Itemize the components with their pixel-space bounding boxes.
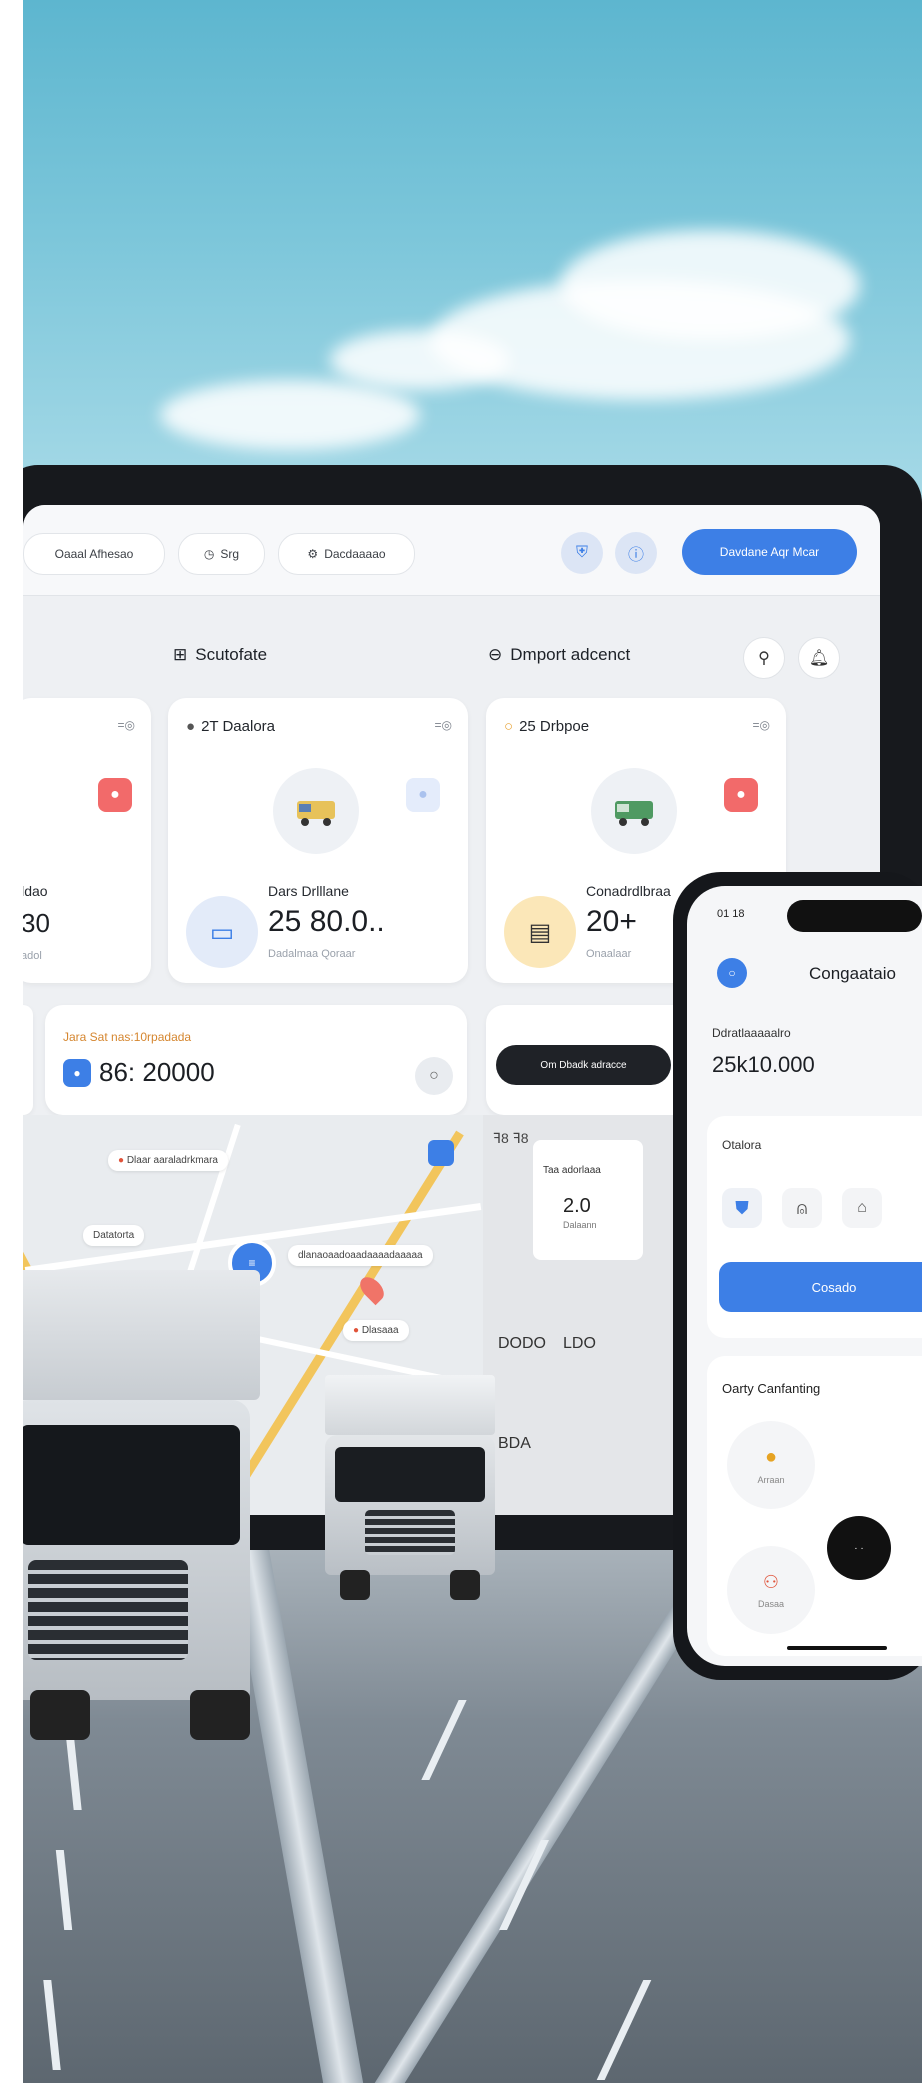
option-building-button[interactable]: ⌂: [842, 1188, 882, 1228]
status-dot-icon: ●: [186, 718, 196, 735]
truck-icon: [273, 768, 359, 854]
card-menu-icon[interactable]: =◎: [435, 718, 452, 732]
phone-notch: [787, 900, 922, 932]
phone-screen: 01 18 ○ Congaataio Ddratlaaaaalro 25k10.…: [687, 886, 922, 1666]
tile-arraan[interactable]: ● Arraan: [727, 1421, 815, 1509]
map-location-label[interactable]: ● Dlasaaa: [343, 1320, 409, 1341]
truck-small: [315, 1375, 515, 1605]
nav-pill-settings[interactable]: ⚙ Dacdaaaao: [278, 533, 415, 575]
cloud: [560, 230, 860, 340]
option-shield-button[interactable]: ⛊: [722, 1188, 762, 1228]
cloud: [330, 330, 510, 390]
invoice-icon: ▤: [504, 896, 576, 968]
map-info-tile[interactable]: Taa adorlaaa 2.0 Dalaann: [533, 1140, 643, 1260]
options-card: Otalora ⛊ ⍝ ⌂ Cosado: [707, 1116, 922, 1338]
tile-dasaa[interactable]: ⚇ Dasaa: [727, 1546, 815, 1634]
lane-mark: [43, 1980, 61, 2070]
home-indicator: [787, 1646, 887, 1650]
shield-icon: ⛊: [735, 1197, 749, 1218]
truck-icon: [591, 768, 677, 854]
card-title: ○ 25 Drbpoe: [504, 718, 590, 735]
hub-icon: ⚇: [762, 1571, 780, 1592]
summary-card[interactable]: Jara Sat nas:10rpadada ● 86: 20000 ○: [45, 1005, 467, 1115]
alert-icon: ●: [724, 778, 758, 812]
status-square-icon: ●: [406, 778, 440, 812]
card-title: ● 2T Daalora: [186, 718, 275, 735]
map-location-label[interactable]: Datatorta: [83, 1225, 145, 1246]
shield-icon: ⛨: [575, 544, 588, 561]
option-lock-button[interactable]: ⍝: [782, 1188, 822, 1228]
map-layer-icon[interactable]: [428, 1140, 454, 1166]
grid-icon: ⊞: [173, 645, 188, 664]
status-ring-icon: ○: [504, 718, 514, 735]
stat-card-1[interactable]: =◎ ● lldao 30 adol: [23, 698, 151, 983]
card-menu-icon[interactable]: =◎: [753, 718, 770, 732]
bell-icon: 🔔︎: [808, 650, 830, 667]
top-navigation: Oaaal Afhesao ◷ Srg ⚙ Dacdaaaao ⛨ ⓘ Davdan…: [23, 505, 880, 596]
notifications-button[interactable]: 🔔︎: [798, 637, 840, 679]
left-margin: [0, 0, 23, 2083]
primary-action-button[interactable]: Davdane Aqr Mcar: [682, 529, 857, 575]
truck-large: [10, 1270, 280, 1740]
document-icon: ▭: [186, 896, 258, 968]
lane-mark: [66, 1740, 82, 1810]
import-icon: ⊖: [488, 645, 503, 664]
search-icon: ⚲: [758, 650, 770, 667]
alert-icon: ●: [98, 778, 132, 812]
refresh-button[interactable]: ○: [415, 1057, 453, 1095]
dark-action-button[interactable]: Om Dbadk adracce: [496, 1045, 671, 1085]
gear-icon: ⚙: [307, 547, 319, 561]
stat-card-2[interactable]: ● 2T Daalora =◎ ● ▭ Dars Drlllane 25 80.0…: [168, 698, 468, 983]
map-location-label[interactable]: dlanaoaadoaadaaaadaaaaa: [288, 1245, 433, 1266]
cloud: [160, 380, 420, 450]
lane-mark: [596, 1980, 652, 2080]
lock-icon: ⍝: [796, 1197, 808, 1218]
info-button[interactable]: ⓘ: [615, 532, 657, 574]
circle-icon: ○: [429, 1067, 439, 1084]
info-icon: ⓘ: [627, 547, 644, 564]
create-button[interactable]: Cosado: [719, 1262, 922, 1312]
dots-icon: · ·: [854, 1542, 864, 1554]
shield-button[interactable]: ⛨: [561, 532, 603, 574]
building-icon: ⌂: [857, 1199, 867, 1216]
section-heading-left: ⊞ Scutofate: [173, 645, 268, 664]
clock-icon: ◷: [203, 547, 215, 561]
card-menu-icon[interactable]: =◎: [118, 718, 135, 732]
sky-background: [0, 0, 922, 520]
lane-mark: [421, 1700, 467, 1780]
app-logo-icon: ○: [717, 958, 747, 988]
map-tile-codes: ꟻ8 ꟻ8: [493, 1130, 529, 1146]
nav-pill-overview[interactable]: Oaaal Afhesao: [23, 533, 165, 575]
list-card: Oarty Canfanting ● Arraan ⚇ Dasaa · ·: [707, 1356, 922, 1656]
nav-pill-schedule[interactable]: ◷ Srg: [178, 533, 265, 575]
section-heading-right: ⊖ Dmport adcenct: [488, 645, 631, 664]
lane-mark: [55, 1850, 73, 1930]
floating-action-button[interactable]: · ·: [827, 1516, 891, 1580]
wallet-icon: ●: [63, 1058, 91, 1087]
summary-card-left: [23, 1005, 33, 1115]
search-button[interactable]: ⚲: [743, 637, 785, 679]
sun-icon: ●: [764, 1445, 778, 1468]
map-location-label[interactable]: ● Dlaar aaraladrkmara: [108, 1150, 228, 1171]
